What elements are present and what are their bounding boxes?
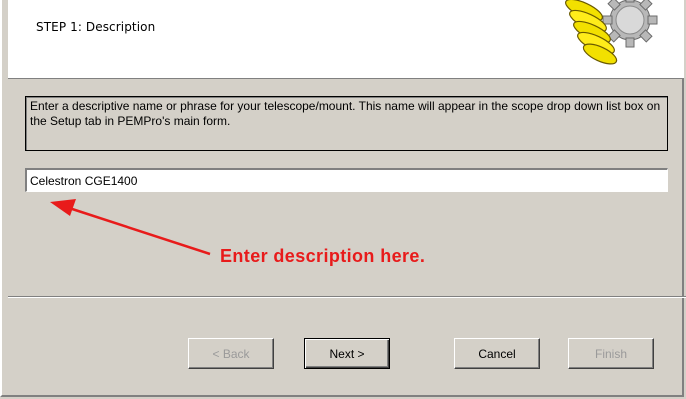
next-button[interactable]: Next > [304, 338, 390, 369]
wizard-header: STEP 1: Description [8, 0, 684, 79]
footer-separator [8, 296, 686, 298]
cancel-button[interactable]: Cancel [454, 338, 540, 369]
instructions-text: Enter a descriptive name or phrase for y… [25, 96, 668, 151]
back-button[interactable]: < Back [188, 338, 274, 369]
finish-button[interactable]: Finish [568, 338, 654, 369]
description-input[interactable] [25, 168, 668, 192]
wizard-window: STEP 1: Description Enter a descriptive … [0, 0, 686, 397]
step-title: STEP 1: Description [36, 20, 156, 34]
worm-gear-icon [565, 0, 658, 65]
annotation-text: Enter description here. [220, 246, 426, 266]
